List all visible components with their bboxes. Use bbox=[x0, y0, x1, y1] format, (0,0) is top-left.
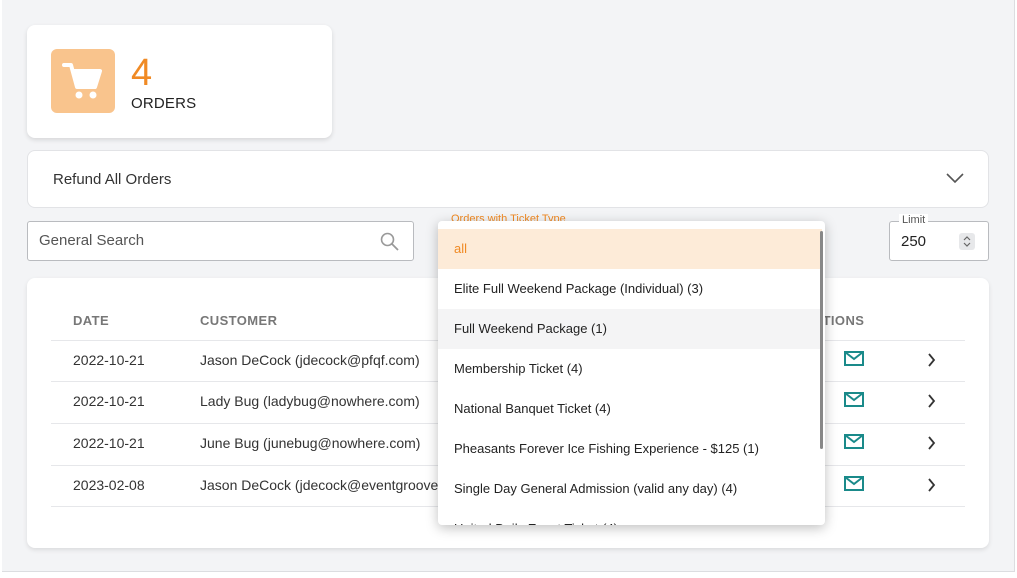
chevron-right-icon[interactable] bbox=[927, 436, 936, 455]
orders-stat-card: 4 ORDERS bbox=[27, 25, 332, 138]
column-header-customer[interactable]: CUSTOMER bbox=[200, 313, 277, 328]
email-icon[interactable] bbox=[844, 434, 864, 454]
chevron-down-icon[interactable] bbox=[946, 171, 964, 189]
row-date: 2022-10-21 bbox=[73, 352, 145, 368]
dropdown-option[interactable]: Full Weekend Package (1) bbox=[438, 309, 822, 349]
row-date: 2022-10-21 bbox=[73, 435, 145, 451]
row-customer: Jason DeCock (jdecock@eventgroove.com) bbox=[200, 477, 474, 493]
dropdown-option[interactable]: Single Day General Admission (valid any … bbox=[438, 469, 822, 509]
chevron-right-icon[interactable] bbox=[927, 478, 936, 497]
row-customer: Lady Bug (ladybug@nowhere.com) bbox=[200, 393, 420, 409]
orders-count: 4 bbox=[131, 52, 153, 94]
row-customer: Jason DeCock (jdecock@pfqf.com) bbox=[200, 352, 420, 368]
dropdown-option[interactable]: Pheasants Forever Ice Fishing Experience… bbox=[438, 429, 822, 469]
chevron-right-icon[interactable] bbox=[927, 394, 936, 413]
email-icon[interactable] bbox=[844, 351, 864, 371]
email-icon[interactable] bbox=[844, 476, 864, 496]
dropdown-option[interactable]: United Daily Event Ticket (4) bbox=[438, 509, 822, 525]
limit-stepper[interactable] bbox=[959, 233, 975, 250]
dropdown-option[interactable]: Elite Full Weekend Package (Individual) … bbox=[438, 269, 822, 309]
refund-all-orders-accordion[interactable]: Refund All Orders bbox=[27, 150, 989, 208]
dropdown-option[interactable]: Membership Ticket (4) bbox=[438, 349, 822, 389]
email-icon[interactable] bbox=[844, 392, 864, 412]
ticket-type-dropdown-menu[interactable]: all Elite Full Weekend Package (Individu… bbox=[438, 221, 825, 525]
row-date: 2023-02-08 bbox=[73, 477, 145, 493]
row-customer: June Bug (junebug@nowhere.com) bbox=[200, 435, 421, 451]
shopping-cart-icon bbox=[51, 49, 115, 113]
dropdown-option-all[interactable]: all bbox=[438, 229, 822, 269]
column-header-date[interactable]: DATE bbox=[73, 313, 109, 328]
limit-label: Limit bbox=[899, 214, 929, 226]
row-date: 2022-10-21 bbox=[73, 393, 145, 409]
dropdown-scrollbar[interactable] bbox=[820, 231, 823, 449]
limit-field[interactable]: Limit 250 bbox=[889, 214, 989, 261]
general-search-field[interactable] bbox=[27, 221, 414, 261]
dropdown-option[interactable]: National Banquet Ticket (4) bbox=[438, 389, 822, 429]
search-icon[interactable] bbox=[380, 232, 399, 256]
orders-label: ORDERS bbox=[131, 95, 197, 112]
limit-input[interactable]: 250 bbox=[901, 233, 926, 250]
general-search-input[interactable] bbox=[39, 232, 359, 249]
refund-all-orders-label: Refund All Orders bbox=[53, 171, 172, 188]
chevron-right-icon[interactable] bbox=[927, 353, 936, 372]
